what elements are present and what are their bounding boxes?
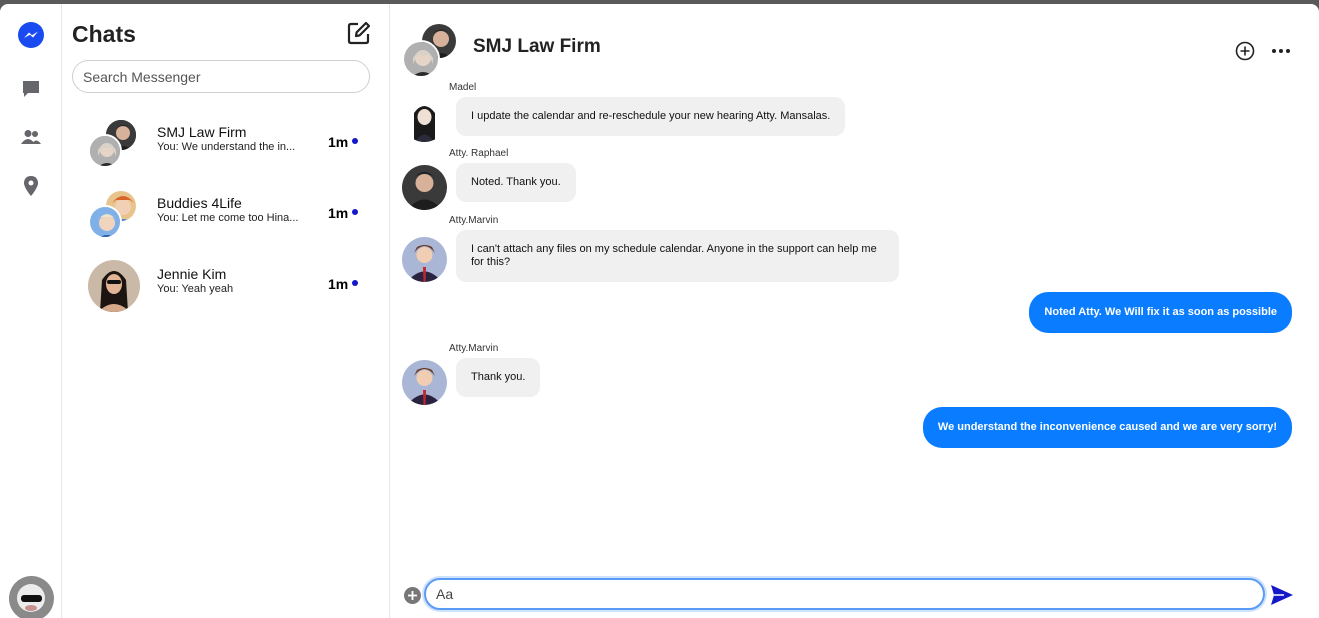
message-input[interactable]: [424, 578, 1265, 610]
chat-time: 1m: [328, 276, 349, 292]
chat-preview: You: Let me come too Hina...: [157, 212, 299, 224]
outgoing-message: Noted Atty. We Will fix it as soon as po…: [1029, 292, 1292, 333]
chat-name: Buddies 4Life: [157, 195, 242, 211]
incoming-message: I update the calendar and re-reschedule …: [456, 97, 846, 136]
left-rail: [0, 4, 62, 618]
more-options-icon[interactable]: [1271, 41, 1291, 61]
send-icon[interactable]: [1270, 584, 1294, 606]
messenger-logo-icon[interactable]: [18, 22, 44, 48]
profile-avatar[interactable]: [9, 576, 54, 618]
chat-item-smj-law-firm[interactable]: SMJ Law Firm You: We understand the in..…: [82, 118, 362, 178]
message-sender: Atty.Marvin: [449, 343, 499, 354]
group-avatar: [88, 189, 142, 243]
chat-name: SMJ Law Firm: [157, 124, 247, 140]
chats-title: Chats: [72, 21, 136, 47]
message-sender: Atty. Raphael: [449, 148, 509, 159]
contact-avatar: [88, 260, 142, 314]
sender-avatar: [402, 165, 447, 210]
chat-item-buddies-4life[interactable]: Buddies 4Life You: Let me come too Hina.…: [82, 189, 362, 249]
unread-dot: [352, 138, 358, 144]
chat-preview: You: We understand the in...: [157, 141, 296, 153]
compose-icon[interactable]: [346, 20, 372, 46]
chat-bubble-icon[interactable]: [18, 76, 44, 102]
incoming-message: Thank you.: [456, 358, 541, 397]
message-sender: Madel: [449, 82, 477, 93]
chats-panel: Chats SMJ Law Firm You: We understand th…: [62, 4, 390, 618]
group-avatar: [88, 118, 142, 172]
incoming-message: I can't attach any files on my schedule …: [456, 230, 899, 282]
chat-name: Jennie Kim: [157, 266, 227, 282]
add-attachment-icon[interactable]: [404, 587, 421, 604]
search-input[interactable]: [72, 60, 370, 93]
conversation-title: SMJ Law Firm: [473, 36, 601, 57]
conversation-panel: SMJ Law Firm Madel I update the calendar…: [390, 4, 1319, 618]
sender-avatar: [402, 360, 447, 405]
sender-avatar: [402, 97, 447, 142]
people-icon[interactable]: [18, 124, 44, 150]
message-sender: Atty.Marvin: [449, 215, 499, 226]
chat-time: 1m: [328, 205, 349, 221]
messenger-window: Chats SMJ Law Firm You: We understand th…: [0, 4, 1319, 618]
sender-avatar: [402, 237, 447, 282]
outgoing-message: We understand the inconvenience caused a…: [922, 407, 1292, 448]
chat-time: 1m: [328, 134, 349, 150]
unread-dot: [352, 209, 358, 215]
add-circle-icon[interactable]: [1235, 41, 1255, 61]
conversation-avatar: [402, 22, 460, 78]
chat-item-jennie-kim[interactable]: Jennie Kim You: Yeah yeah 1m: [82, 260, 362, 320]
chat-preview: You: Yeah yeah: [157, 283, 234, 295]
incoming-message: Noted. Thank you.: [456, 163, 576, 202]
unread-dot: [352, 280, 358, 286]
location-pin-icon[interactable]: [18, 173, 44, 199]
